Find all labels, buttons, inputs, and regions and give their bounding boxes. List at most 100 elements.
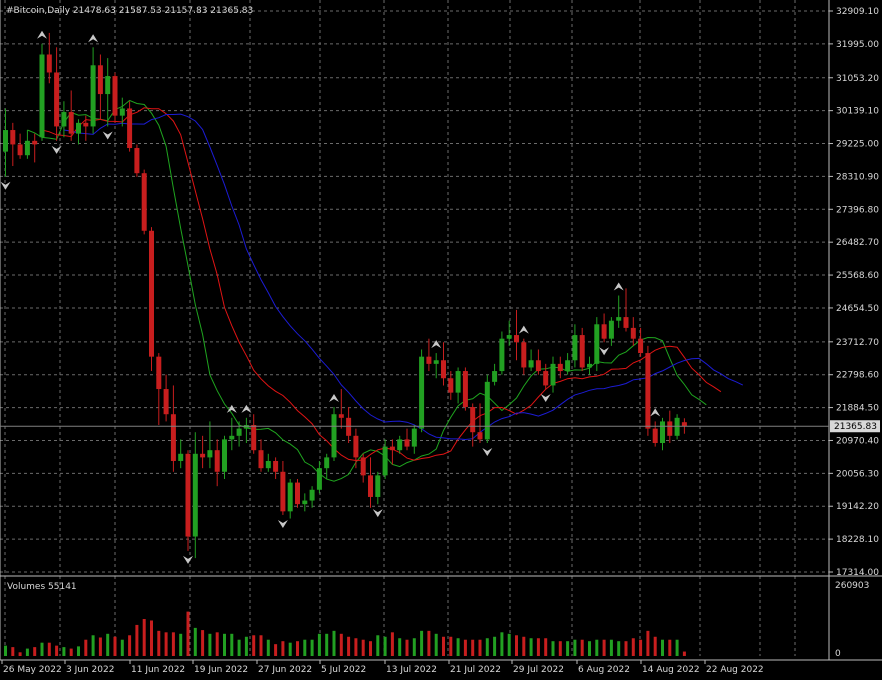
candle-body: [462, 371, 468, 408]
candle: [141, 169, 147, 235]
price-tick-label: 20970.40: [836, 436, 879, 446]
candle-body: [601, 324, 607, 339]
candle-body: [265, 460, 271, 469]
price-chart[interactable]: 32909.10 31995.00 31053.20 30139.10 29225.00…: [0, 0, 882, 680]
candle-body: [105, 76, 111, 95]
volume-max-label: 260903: [835, 581, 869, 591]
volume-bar: [244, 636, 248, 656]
candle-body: [236, 428, 242, 436]
date-tick-label: 22 Aug 2022: [706, 665, 764, 675]
volume-bar: [237, 639, 241, 656]
volume-bar: [529, 638, 533, 656]
volume-bar: [361, 639, 365, 656]
candle-body: [185, 453, 191, 537]
candle-body: [652, 428, 658, 444]
candle-body: [528, 360, 534, 368]
candle-body: [441, 360, 446, 379]
candle-body: [243, 425, 249, 429]
candle-body: [229, 435, 235, 440]
candle-body: [514, 335, 519, 343]
candle-body: [287, 482, 293, 512]
candle-body: [404, 439, 410, 447]
volume-bar: [186, 611, 190, 656]
volume-bar: [434, 633, 438, 656]
price-tick-label: 19142.20: [836, 502, 879, 512]
candle-body: [360, 457, 366, 476]
volume-bar: [193, 627, 197, 656]
volume-bar: [339, 633, 343, 656]
candle-body: [3, 130, 8, 152]
volume-bar: [317, 633, 321, 656]
price-tick-label: 21884.50: [836, 404, 879, 414]
volume-bar: [303, 639, 307, 656]
volume-bar: [135, 624, 139, 656]
volume-bar: [588, 641, 591, 656]
volume-bar: [223, 633, 226, 656]
volume-bar: [412, 638, 416, 656]
volume-bar: [201, 630, 205, 656]
volume-bar: [157, 630, 161, 656]
volume-bar: [259, 635, 263, 656]
volume-bar: [230, 633, 234, 656]
candle-body: [170, 414, 176, 461]
candle-body: [623, 317, 629, 328]
volume-bar: [252, 635, 256, 656]
candle-body: [222, 439, 227, 472]
volume-bar: [668, 639, 672, 656]
candle-body: [134, 148, 140, 174]
candle-body: [353, 435, 359, 458]
candle-body: [127, 108, 133, 149]
volume-bar: [77, 646, 80, 656]
volume-bar: [40, 642, 44, 656]
volume-bar: [215, 632, 219, 656]
volume-bar: [33, 647, 37, 656]
volume-bar: [266, 639, 270, 656]
candle-body: [10, 130, 16, 145]
candle-body: [76, 122, 81, 134]
date-tick-label: 14 Aug 2022: [642, 665, 700, 675]
candle-body: [608, 320, 614, 339]
candle-body: [448, 378, 454, 393]
volume-bar: [332, 630, 336, 656]
date-tick-label: 5 Jul 2022: [321, 665, 366, 675]
candle-body: [302, 500, 308, 505]
volume-bar: [653, 636, 657, 656]
candle-body: [200, 453, 206, 458]
candle-body: [492, 371, 498, 382]
candle: [419, 349, 425, 433]
volume-bar: [544, 638, 548, 656]
date-tick-label: 3 Jun 2022: [66, 665, 114, 675]
price-tick-label: 18228.10: [836, 535, 879, 545]
candle: [295, 478, 300, 508]
volume-bar: [69, 648, 73, 656]
candle: [331, 407, 337, 461]
price-tick-label: 22798.60: [836, 371, 879, 381]
candle-body: [295, 482, 300, 505]
candle: [149, 227, 154, 372]
volume-bar: [398, 638, 402, 656]
volume-label: Volumes 55141: [7, 582, 77, 592]
candle-body: [112, 76, 118, 116]
date-tick-label: 11 Jun 2022: [131, 665, 185, 675]
candle-body: [316, 468, 322, 490]
candle-body: [178, 453, 184, 461]
volume-bar: [4, 645, 7, 656]
price-tick-label: 24654.50: [836, 304, 879, 314]
candle-body: [192, 453, 198, 537]
volume-bar: [639, 639, 643, 656]
candle: [594, 317, 600, 372]
volume-bar: [288, 642, 292, 656]
price-tick-label: 29225.00: [836, 140, 879, 150]
volume-bar: [347, 636, 351, 656]
volume-bar: [646, 630, 650, 656]
price-tick-label: 23712.70: [836, 338, 879, 348]
volume-bar: [463, 639, 467, 656]
candle-body: [484, 381, 490, 440]
volume-bar: [449, 636, 453, 656]
volume-bar: [515, 635, 518, 656]
candle-body: [587, 363, 592, 368]
candle-body: [681, 422, 687, 427]
candle-body: [645, 353, 651, 429]
candle-body: [324, 457, 330, 469]
date-tick-label: 6 Aug 2022: [578, 665, 630, 675]
